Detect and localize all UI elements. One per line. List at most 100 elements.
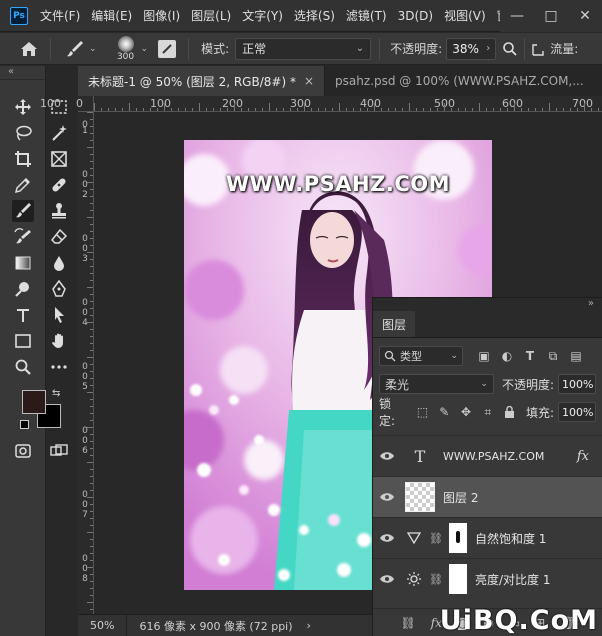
ruler-tick	[269, 103, 270, 111]
rectangle-tool-icon[interactable]	[12, 330, 34, 352]
blur-tool-icon[interactable]	[48, 252, 70, 274]
link-icon[interactable]: ⛓	[429, 532, 443, 545]
menu-filter[interactable]: 滤镜(T)	[346, 7, 387, 24]
smart-object-filter-icon[interactable]: ▤	[567, 347, 585, 365]
collapse-chevron-icon[interactable]: »	[373, 298, 602, 312]
default-colors-icon[interactable]	[20, 420, 29, 429]
link-icon[interactable]: ⛓	[429, 573, 443, 586]
more-tools-icon[interactable]	[48, 356, 70, 378]
photoshop-window: Ps 文件(F) 编辑(E) 图像(I) 图层(L) 文字(Y) 选择(S) 滤…	[0, 0, 602, 636]
close-icon[interactable]: ×	[304, 74, 314, 88]
path-selection-tool-icon[interactable]	[48, 304, 70, 326]
move-tool-icon[interactable]	[12, 96, 34, 118]
pixel-filter-icon[interactable]: ▣	[475, 347, 493, 365]
menu-edit[interactable]: 编辑(E)	[91, 7, 132, 24]
layer-mask-thumbnail[interactable]	[448, 564, 467, 594]
photoshop-logo[interactable]: Ps	[10, 6, 28, 25]
tab-psahz[interactable]: psahz.psd @ 100% (WWW.PSAHZ.COM,...	[325, 66, 594, 96]
shape-filter-icon[interactable]: ⧉	[544, 347, 562, 365]
layer-effects-icon[interactable]: fx	[577, 449, 589, 464]
healing-brush-tool-icon[interactable]	[48, 174, 70, 196]
dodge-tool-icon[interactable]	[12, 278, 34, 300]
tab-untitled-1[interactable]: 未标题-1 @ 50% (图层 2, RGB/8#) * ×	[78, 66, 326, 96]
pen-tool-icon[interactable]	[48, 278, 70, 300]
eyedropper-tool-icon[interactable]	[12, 174, 34, 196]
blend-mode-select[interactable]: 柔光 ⌄	[379, 374, 494, 394]
ruler-tick	[304, 103, 305, 111]
ruler-tick	[90, 245, 93, 246]
ruler-tick-label: 7	[82, 510, 88, 520]
hand-tool-icon[interactable]	[48, 330, 70, 352]
fill-input[interactable]: 100%	[558, 402, 596, 422]
crop-tool-icon[interactable]	[12, 148, 34, 170]
maximize-button[interactable]: □	[534, 0, 568, 32]
ruler-tick	[87, 602, 93, 603]
home-icon[interactable]	[14, 41, 44, 57]
ruler-tick	[90, 483, 93, 484]
layer-row-vibrance[interactable]: ⛓ 自然饱和度 1	[373, 517, 602, 558]
mode-select[interactable]: 正常 ⌄	[235, 37, 372, 60]
close-button[interactable]: ✕	[568, 0, 602, 32]
ruler-tick-label: 6	[82, 446, 88, 456]
gradient-tool-icon[interactable]	[12, 252, 34, 274]
lock-pixels-icon[interactable]: ✎	[436, 403, 453, 421]
lock-all-icon[interactable]	[501, 403, 518, 421]
adjustment-filter-icon[interactable]: ◐	[498, 347, 516, 365]
chevron-right-icon[interactable]: ›	[486, 43, 490, 54]
ruler-tick	[213, 108, 214, 111]
pressure-opacity-icon[interactable]	[502, 41, 518, 57]
ruler-tick	[90, 336, 93, 337]
frame-tool-icon[interactable]	[48, 148, 70, 170]
eye-icon[interactable]	[373, 451, 401, 461]
lock-transparent-icon[interactable]: ⬚	[414, 403, 431, 421]
foreground-color-swatch[interactable]	[22, 390, 46, 414]
opacity-input[interactable]: 38% ›	[446, 37, 497, 60]
screen-mode-icon[interactable]	[48, 440, 70, 462]
ruler-tick	[409, 103, 410, 111]
magic-wand-tool-icon[interactable]	[48, 122, 70, 144]
collapse-chevron-icon[interactable]: «	[0, 66, 45, 80]
brush-settings-icon[interactable]	[158, 39, 177, 58]
eye-icon[interactable]	[373, 574, 401, 584]
chevron-down-icon[interactable]: ⌄	[141, 44, 149, 54]
horizontal-ruler[interactable]: 1000100200300400500600700	[40, 96, 602, 112]
quick-mask-icon[interactable]	[12, 440, 34, 462]
stamp-tool-icon[interactable]	[48, 200, 70, 222]
history-brush-tool-icon[interactable]	[12, 226, 34, 248]
zoom-tool-icon[interactable]	[12, 356, 34, 378]
brush-preset-picker[interactable]: 300	[113, 35, 139, 62]
menu-image[interactable]: 图像(I)	[143, 7, 180, 24]
type-tool-icon[interactable]	[12, 304, 34, 326]
menu-layer[interactable]: 图层(L)	[191, 7, 231, 24]
chevron-down-icon[interactable]: ⌄	[89, 44, 97, 54]
minimize-button[interactable]: —	[500, 0, 534, 32]
swap-colors-icon[interactable]: ⇆	[52, 388, 60, 399]
layer-row-brightness[interactable]: ⛓ 亮度/对比度 1	[373, 558, 602, 599]
ruler-tick	[90, 378, 93, 379]
layer-mask-thumbnail[interactable]	[448, 523, 467, 553]
vertical-ruler[interactable]: 01002003004005006007008	[78, 112, 94, 614]
type-filter-icon[interactable]: T	[521, 347, 539, 365]
layer-opacity-input[interactable]: 100%	[558, 374, 596, 394]
brush-tool-icon[interactable]: ⌄	[65, 40, 97, 58]
link-layers-icon[interactable]: ⛓	[400, 616, 415, 630]
menu-type[interactable]: 文字(Y)	[242, 7, 283, 24]
ruler-tick	[444, 103, 445, 111]
lasso-tool-icon[interactable]	[12, 122, 34, 144]
eye-icon[interactable]	[373, 533, 401, 543]
menu-select[interactable]: 选择(S)	[294, 7, 335, 24]
menu-file[interactable]: 文件(F)	[40, 7, 80, 24]
layer-filter-select[interactable]: 类型 ⌄	[379, 346, 463, 366]
layer-row-layer-2[interactable]: 图层 2	[373, 476, 602, 517]
tab-layers[interactable]: 图层	[373, 311, 416, 337]
eye-icon[interactable]	[373, 492, 401, 502]
lock-position-icon[interactable]: ✥	[458, 403, 475, 421]
brush-tool-icon[interactable]	[12, 200, 34, 222]
menu-3d[interactable]: 3D(D)	[398, 9, 433, 23]
zoom-level[interactable]: 50%	[78, 614, 128, 636]
eraser-tool-icon[interactable]	[48, 226, 70, 248]
lock-artboard-icon[interactable]: ⌗	[479, 403, 496, 421]
chevron-right-icon[interactable]: ›	[307, 619, 311, 632]
layer-row-text[interactable]: T WWW.PSAHZ.COM fx	[373, 435, 602, 476]
menu-view[interactable]: 视图(V)	[444, 7, 486, 24]
